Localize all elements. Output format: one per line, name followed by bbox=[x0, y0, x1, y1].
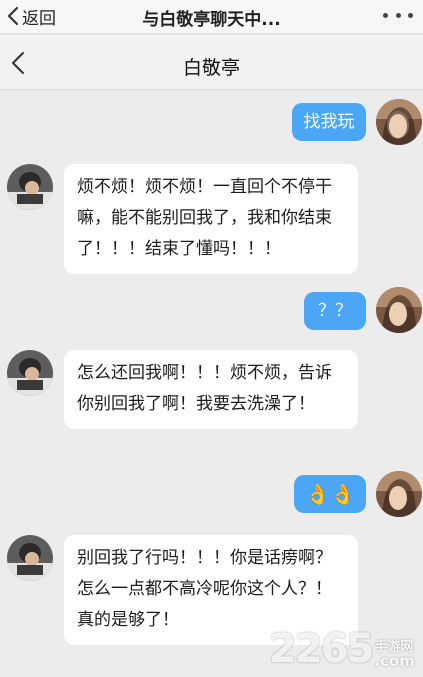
watermark-number: 2265 bbox=[269, 626, 374, 672]
message-bubble-outgoing[interactable]: 找我玩 bbox=[292, 103, 366, 141]
site-watermark: 2265 手游网 .com bbox=[269, 627, 419, 669]
self-avatar[interactable] bbox=[376, 287, 422, 333]
self-avatar[interactable] bbox=[376, 471, 422, 517]
contact-name: 白敬亭 bbox=[182, 57, 240, 79]
message-list[interactable]: 找我玩 烦不烦！烦不烦！一直回个不停干嘛，能不能别回我了，我和你结束了！！！结束… bbox=[0, 91, 423, 677]
message-bubble-outgoing[interactable]: 👌👌 bbox=[294, 475, 366, 513]
page-title: 与白敬亭聊天中... bbox=[142, 10, 281, 30]
watermark-domain: .com bbox=[374, 652, 415, 670]
contact-avatar[interactable] bbox=[7, 535, 53, 581]
message-bubble-outgoing[interactable]: ？？ bbox=[304, 292, 366, 330]
chat-header: 白敬亭 bbox=[0, 35, 423, 90]
self-avatar[interactable] bbox=[376, 99, 422, 145]
contact-avatar[interactable] bbox=[7, 164, 53, 210]
contact-avatar[interactable] bbox=[7, 350, 53, 396]
message-bubble-incoming[interactable]: 怎么还回我啊！！！烦不烦，告诉你别回我了啊！我要去洗澡了！ bbox=[64, 350, 358, 429]
more-dots-icon[interactable] bbox=[383, 8, 413, 22]
top-navigation-bar: 返回 与白敬亭聊天中... bbox=[0, 0, 423, 34]
message-bubble-incoming[interactable]: 烦不烦！烦不烦！一直回个不停干嘛，能不能别回我了，我和你结束了！！！结束了懂吗！… bbox=[64, 164, 358, 274]
